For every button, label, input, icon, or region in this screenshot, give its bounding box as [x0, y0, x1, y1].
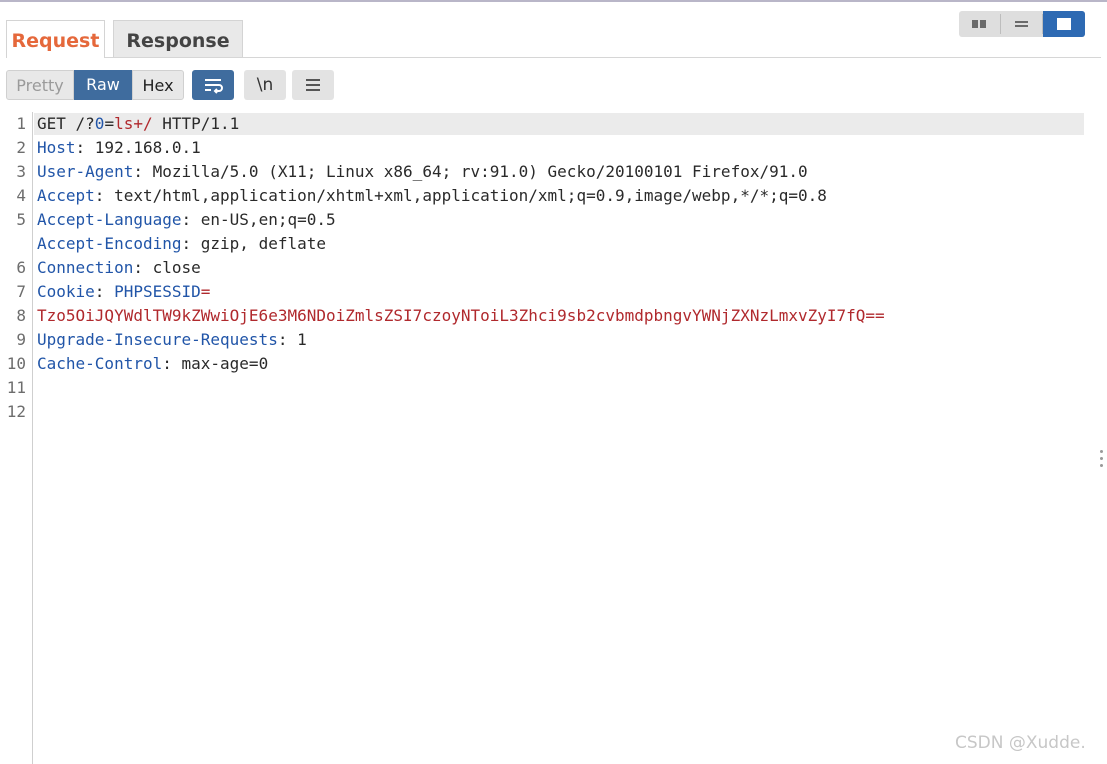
line-number: 1: [16, 114, 26, 133]
code-line: 10 Cache-Control: max-age=0: [0, 352, 1085, 376]
code-token: : max-age=0: [162, 354, 269, 373]
layout-tabs-button[interactable]: [1043, 11, 1085, 37]
code-line: 7 Cookie: PHPSESSID=: [0, 280, 1085, 304]
watermark: CSDN @Xudde.: [955, 733, 1086, 753]
layout-side-by-side-button[interactable]: [959, 11, 1000, 37]
code-token: Tzo5OiJQYWdlTW9kZWwiOjE6e3M6NDoiZmlsZSI7…: [37, 306, 885, 325]
layout-stacked-button[interactable]: [1001, 11, 1042, 37]
code-token: Connection: [37, 258, 134, 277]
line-number: 9: [16, 330, 26, 349]
code-line: 4 Accept: text/html,application/xhtml+xml…: [0, 184, 1085, 208]
pane-resize-handle[interactable]: [1099, 448, 1105, 470]
code-token: Accept: [37, 186, 95, 205]
line-number: 12: [6, 402, 26, 421]
code-text: Cache-Control: max-age=0: [37, 352, 268, 376]
code-token: HTTP/1.1: [152, 114, 240, 133]
window-top-border: [0, 0, 1107, 2]
code-line: 5 Accept-Language: en-US,en;q=0.5: [0, 208, 1085, 232]
tab-request[interactable]: Request: [6, 20, 105, 58]
code-token: =: [200, 282, 211, 301]
code-token: : gzip, deflate: [181, 234, 327, 253]
code-token: Upgrade-Insecure-Requests: [37, 330, 278, 349]
code-text: Connection: close: [37, 256, 201, 280]
code-text: Tzo5OiJQYWdlTW9kZWwiOjE6e3M6NDoiZmlsZSI7…: [37, 304, 885, 328]
code-token: : 1: [277, 330, 307, 349]
raw-button[interactable]: Raw: [74, 70, 132, 100]
rows-icon: [1015, 21, 1028, 27]
word-wrap-button[interactable]: [192, 70, 234, 100]
code-token: =: [104, 114, 115, 133]
code-line: 2 Host: 192.168.0.1: [0, 136, 1085, 160]
code-token: : en-US,en;q=0.5: [181, 210, 336, 229]
wrap-icon: [205, 79, 223, 94]
code-token: GET /?: [37, 114, 95, 133]
tab-response[interactable]: Response: [113, 20, 243, 57]
code-token: Cookie: [37, 282, 95, 301]
line-number: 8: [16, 306, 26, 325]
pretty-button[interactable]: Pretty: [6, 70, 74, 100]
code-line: 11: [0, 376, 1085, 400]
code-token: ls+/: [114, 114, 153, 133]
line-number: 11: [6, 378, 26, 397]
code-token: Host: [37, 138, 76, 157]
single-pane-icon: [1057, 18, 1071, 30]
hamburger-icon: [306, 79, 320, 91]
code-line: 3 User-Agent: Mozilla/5.0 (X11; Linux x86…: [0, 160, 1085, 184]
line-number: 2: [16, 138, 26, 157]
code-token: : 192.168.0.1: [75, 138, 201, 157]
code-text: Accept-Language: en-US,en;q=0.5: [37, 208, 336, 232]
code-token: : text/html,application/xhtml+xml,applic…: [94, 186, 827, 205]
code-token: Accept-Language: [37, 210, 182, 229]
code-token: User-Agent: [37, 162, 134, 181]
code-text: Upgrade-Insecure-Requests: 1: [37, 328, 307, 352]
code-line: 12: [0, 400, 1085, 424]
code-token: Cache-Control: [37, 354, 163, 373]
line-number: 10: [6, 354, 26, 373]
code-text: Accept: text/html,application/xhtml+xml,…: [37, 184, 827, 208]
line-number: 7: [16, 282, 26, 301]
line-number: 6: [16, 258, 26, 277]
code-line: 9 Upgrade-Insecure-Requests: 1: [0, 328, 1085, 352]
code-text: Host: 192.168.0.1: [37, 136, 201, 160]
code-text: Cookie: PHPSESSID=: [37, 280, 210, 304]
show-newlines-button[interactable]: \n: [244, 70, 286, 100]
editor-menu-button[interactable]: [292, 70, 334, 100]
code-line: 6 Connection: close: [0, 256, 1085, 280]
code-token: 0: [94, 114, 105, 133]
code-text: User-Agent: Mozilla/5.0 (X11; Linux x86_…: [37, 160, 808, 184]
code-line: 1 GET /?0=ls+/ HTTP/1.1: [0, 112, 1085, 136]
code-token: : Mozilla/5.0 (X11; Linux x86_64; rv:91.…: [133, 162, 808, 181]
line-number: 4: [16, 186, 26, 205]
code-token: PHPSESSID: [114, 282, 201, 301]
code-line: Accept-Encoding: gzip, deflate: [0, 232, 1085, 256]
columns-icon: [972, 20, 986, 28]
tab-divider: [105, 57, 1101, 58]
request-editor[interactable]: 1 GET /?0=ls+/ HTTP/1.1 2 Host: 192.168.0.1…: [0, 112, 1085, 424]
layout-toggle: [959, 11, 1085, 37]
line-number: 5: [16, 210, 26, 229]
line-number: 3: [16, 162, 26, 181]
code-text: GET /?0=ls+/ HTTP/1.1: [37, 112, 239, 136]
code-token: : close: [133, 258, 201, 277]
hex-button[interactable]: Hex: [132, 70, 184, 100]
code-token: Accept-Encoding: [37, 234, 182, 253]
code-token: :: [94, 282, 115, 301]
code-text: Accept-Encoding: gzip, deflate: [37, 232, 326, 256]
code-line: 8 Tzo5OiJQYWdlTW9kZWwiOjE6e3M6NDoiZmlsZSI…: [0, 304, 1085, 328]
